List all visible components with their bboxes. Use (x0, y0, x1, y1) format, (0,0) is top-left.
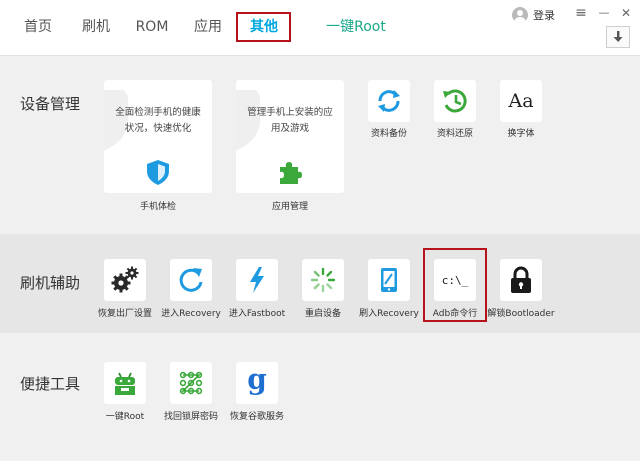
health-check-card[interactable]: 全面检测手机的健康状况，快速优化 (104, 80, 212, 193)
flash-assist-section: 刷机辅助 恢复出厂设置 进入Recovery 进入Fastboot 重启设备 刷… (0, 234, 640, 333)
phone-edit-icon (381, 268, 397, 292)
change-font-label: 换字体 (507, 129, 535, 139)
pattern-lock-icon (179, 371, 203, 395)
minimize-icon[interactable]: — (596, 4, 612, 22)
quick-tools-section: 便捷工具 一键Root 找回锁屏密码 g 恢复谷歌服务 (0, 335, 640, 461)
enter-fastboot-tile[interactable] (236, 259, 278, 301)
clock-restore-icon (443, 89, 467, 113)
spinner-icon (310, 267, 336, 293)
app-management-card[interactable]: 管理手机上安装的应用及游戏 (236, 80, 344, 193)
health-check-label: 手机体检 (139, 202, 176, 212)
factory-reset-tile[interactable] (104, 259, 146, 301)
tab-one-key-root[interactable]: 一键Root (320, 12, 392, 42)
restore-google-label: 恢复谷歌服务 (229, 412, 284, 422)
restore-google-tile[interactable]: g (236, 362, 278, 404)
flash-recovery-tile[interactable] (368, 259, 410, 301)
user-avatar-icon (512, 7, 528, 23)
sync-icon (378, 90, 400, 112)
adb-selection-highlight (423, 248, 487, 322)
backup-tile[interactable] (368, 80, 410, 122)
section-title-flash: 刷机辅助 (20, 274, 81, 292)
device-management-section: 设备管理 全面检测手机的健康状况，快速优化 手机体检 管理手机上安装的应用及游戏… (0, 57, 640, 234)
tab-flash[interactable]: 刷机 (76, 12, 116, 42)
login-area[interactable]: 登录 (512, 6, 555, 24)
section-title-device: 设备管理 (20, 95, 81, 113)
one-key-root-tile[interactable] (104, 362, 146, 404)
find-lock-password-tile[interactable] (170, 362, 212, 404)
shield-icon (147, 160, 169, 185)
android-root-icon (115, 372, 135, 395)
download-arrow-icon (613, 31, 623, 42)
app-management-label: 应用管理 (271, 202, 308, 212)
gears-icon (111, 266, 139, 293)
close-icon[interactable]: ✕ (618, 4, 634, 22)
login-link[interactable]: 登录 (533, 7, 555, 23)
refresh-arrow-icon (179, 268, 203, 292)
selected-tab-highlight (236, 12, 291, 42)
menu-icon[interactable]: ≡ (573, 4, 589, 22)
health-check-desc: 全面检测手机的健康状况，快速优化 (115, 107, 201, 134)
section-title-quick: 便捷工具 (20, 375, 81, 393)
tab-apps[interactable]: 应用 (188, 12, 228, 42)
unlock-bootloader-tile[interactable] (500, 259, 542, 301)
change-font-tile[interactable]: Aa (500, 80, 542, 122)
enter-recovery-tile[interactable] (170, 259, 212, 301)
puzzle-icon (280, 162, 302, 184)
lightning-icon (250, 267, 264, 293)
tab-home[interactable]: 首页 (18, 12, 58, 42)
google-icon: g (247, 363, 267, 396)
font-icon: Aa (508, 90, 534, 112)
tab-rom[interactable]: ROM (130, 12, 174, 42)
app-management-desc: 管理手机上安装的应用及游戏 (247, 107, 333, 134)
unlock-bootloader-label: 解锁Bootloader (487, 309, 555, 319)
top-nav-bar: 首页 刷机 ROM 应用 其他 一键Root 登录 ≡ — ✕ (0, 0, 640, 56)
restore-tile[interactable] (434, 80, 476, 122)
download-button[interactable] (606, 26, 630, 48)
reboot-device-tile[interactable] (302, 259, 344, 301)
padlock-icon (511, 266, 531, 293)
